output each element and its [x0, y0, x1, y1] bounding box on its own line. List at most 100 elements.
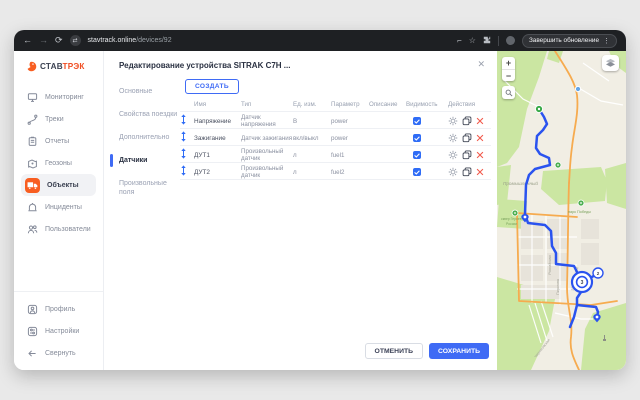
sidebar-item-incidents[interactable]: Инциденты — [14, 196, 103, 218]
create-button[interactable]: СОЗДАТЬ — [185, 79, 239, 94]
map-panel[interactable]: Промышленный парк Победы сквер Героев Ро… — [497, 51, 626, 370]
reload-icon[interactable]: ⟳ — [55, 36, 63, 45]
cell-name: Зажигание — [194, 135, 241, 142]
sidebar-item-profile[interactable]: Профиль — [14, 298, 103, 320]
profile-avatar[interactable] — [506, 36, 515, 45]
app-logo[interactable]: СТАВТРЭК — [14, 51, 103, 72]
col-visibility: Видимость — [406, 101, 448, 108]
route-start-marker[interactable] — [535, 105, 542, 112]
passkey-icon[interactable]: ⌐ — [457, 37, 462, 45]
cell-unit: л — [293, 152, 331, 159]
sidebar-item-reports[interactable]: Отчеты — [14, 130, 103, 152]
save-button[interactable]: СОХРАНИТЬ — [429, 343, 489, 359]
col-type: Тип — [241, 101, 293, 108]
map-label-district: Промышленный — [503, 180, 538, 186]
report-icon — [27, 136, 38, 147]
map-label-square2: России — [506, 222, 517, 226]
sidebar-item-settings[interactable]: Настройки — [14, 320, 103, 342]
waypoint-dot[interactable] — [575, 86, 580, 91]
collapse-arrow-icon — [27, 348, 38, 359]
gear-icon[interactable] — [448, 133, 458, 143]
delete-icon[interactable] — [476, 151, 484, 159]
copy-icon[interactable] — [462, 116, 472, 126]
visibility-checkbox[interactable] — [413, 151, 421, 159]
sidebar-item-tracks[interactable]: Треки — [14, 108, 103, 130]
close-icon[interactable]: ✕ — [477, 59, 485, 70]
sidebar-item-label: Настройки — [45, 328, 79, 335]
search-icon — [505, 89, 513, 97]
sidebar-item-label: Мониторинг — [45, 94, 84, 101]
back-icon[interactable]: ← — [23, 36, 32, 45]
map-label-square: сквер Героев — [501, 217, 522, 221]
cell-type: Датчик напряжения — [241, 114, 293, 128]
forward-icon[interactable]: → — [39, 36, 48, 45]
browser-toolbar: ← → ⟳ ⇄ stavtrack.online/devices/92 ⌐ ☆ … — [14, 30, 626, 51]
url-host: stavtrack.online — [88, 37, 137, 44]
sidebar-item-label: Профиль — [45, 306, 75, 313]
visibility-checkbox[interactable] — [413, 117, 421, 125]
cell-param: power — [331, 118, 369, 125]
monitor-icon — [27, 92, 38, 103]
map-label-street-2: Пирогова — [556, 279, 560, 295]
tab-custom-fields[interactable]: Произвольные поля — [119, 179, 181, 197]
modal-tabs: Основные Свойства поездки Дополнительно … — [119, 87, 181, 211]
drag-handle-icon[interactable] — [180, 163, 194, 181]
tab-trip-properties[interactable]: Свойства поездки — [119, 110, 181, 119]
cell-param: power — [331, 135, 369, 142]
tab-switcher-icon[interactable]: ⇄ — [70, 35, 81, 46]
map-search-button[interactable] — [502, 86, 515, 99]
map-zoom-control: + − — [502, 57, 515, 81]
logo-icon — [26, 61, 37, 72]
sidebar-item-geozones[interactable]: Геозоны — [14, 152, 103, 174]
visibility-checkbox[interactable] — [413, 134, 421, 142]
bookmark-star-icon[interactable]: ☆ — [469, 37, 476, 45]
sidebar-item-label: Инциденты — [45, 204, 82, 211]
tab-main[interactable]: Основные — [119, 87, 181, 96]
gear-icon[interactable] — [448, 150, 458, 160]
cell-unit: В — [293, 118, 331, 125]
copy-icon[interactable] — [462, 133, 472, 143]
sidebar-item-objects[interactable]: Объекты — [21, 174, 96, 196]
geozone-icon — [27, 158, 38, 169]
desktop: ← → ⟳ ⇄ stavtrack.online/devices/92 ⌐ ☆ … — [0, 0, 640, 400]
cell-name: ДУТ1 — [194, 152, 241, 159]
address-bar[interactable]: stavtrack.online/devices/92 — [88, 37, 172, 44]
sidebar-item-monitoring[interactable]: Мониторинг — [14, 86, 103, 108]
sidebar-item-label: Объекты — [47, 182, 79, 189]
map-label-street-1: Российская — [548, 255, 552, 274]
visibility-checkbox[interactable] — [413, 168, 421, 176]
cell-type: Произвольный датчик — [241, 148, 293, 162]
modal-title: Редактирование устройства SITRAK C7H ... — [119, 61, 290, 70]
copy-icon[interactable] — [462, 167, 472, 177]
zoom-out-button[interactable]: − — [502, 69, 515, 81]
sidebar-item-users[interactable]: Пользователи — [14, 218, 103, 240]
delete-icon[interactable] — [476, 168, 484, 176]
tab-sensors[interactable]: Датчики — [119, 156, 181, 165]
delete-icon[interactable] — [476, 134, 484, 142]
extensions-icon[interactable] — [483, 36, 491, 46]
sidebar-collapse-button[interactable]: Свернуть — [14, 342, 103, 364]
kebab-menu-icon[interactable]: ⋮ — [603, 37, 610, 45]
copy-icon[interactable] — [462, 150, 472, 160]
sidebar-item-label: Треки — [45, 116, 64, 123]
cluster-marker-2[interactable]: 2 — [593, 268, 603, 278]
drag-handle-icon[interactable] — [180, 129, 194, 147]
settings-icon — [27, 326, 38, 337]
cell-param: fuel1 — [331, 152, 369, 159]
tab-additional[interactable]: Дополнительно — [119, 133, 181, 142]
cell-unit: вкл/выкл — [293, 135, 331, 142]
cluster-marker-3[interactable]: 3 — [572, 272, 592, 292]
truck-icon — [25, 178, 40, 193]
drag-handle-icon[interactable] — [180, 146, 194, 164]
drag-handle-icon[interactable] — [180, 112, 194, 130]
gear-icon[interactable] — [448, 167, 458, 177]
zoom-in-button[interactable]: + — [502, 57, 515, 69]
cancel-button[interactable]: ОТМЕНИТЬ — [365, 343, 423, 359]
browser-window: ← → ⟳ ⇄ stavtrack.online/devices/92 ⌐ ☆ … — [14, 30, 626, 370]
delete-icon[interactable] — [476, 117, 484, 125]
svg-text:2: 2 — [597, 271, 600, 276]
finish-update-button[interactable]: Завершить обновление ⋮ — [522, 34, 617, 48]
map-layers-button[interactable] — [602, 55, 619, 71]
incident-icon — [27, 202, 38, 213]
gear-icon[interactable] — [448, 116, 458, 126]
